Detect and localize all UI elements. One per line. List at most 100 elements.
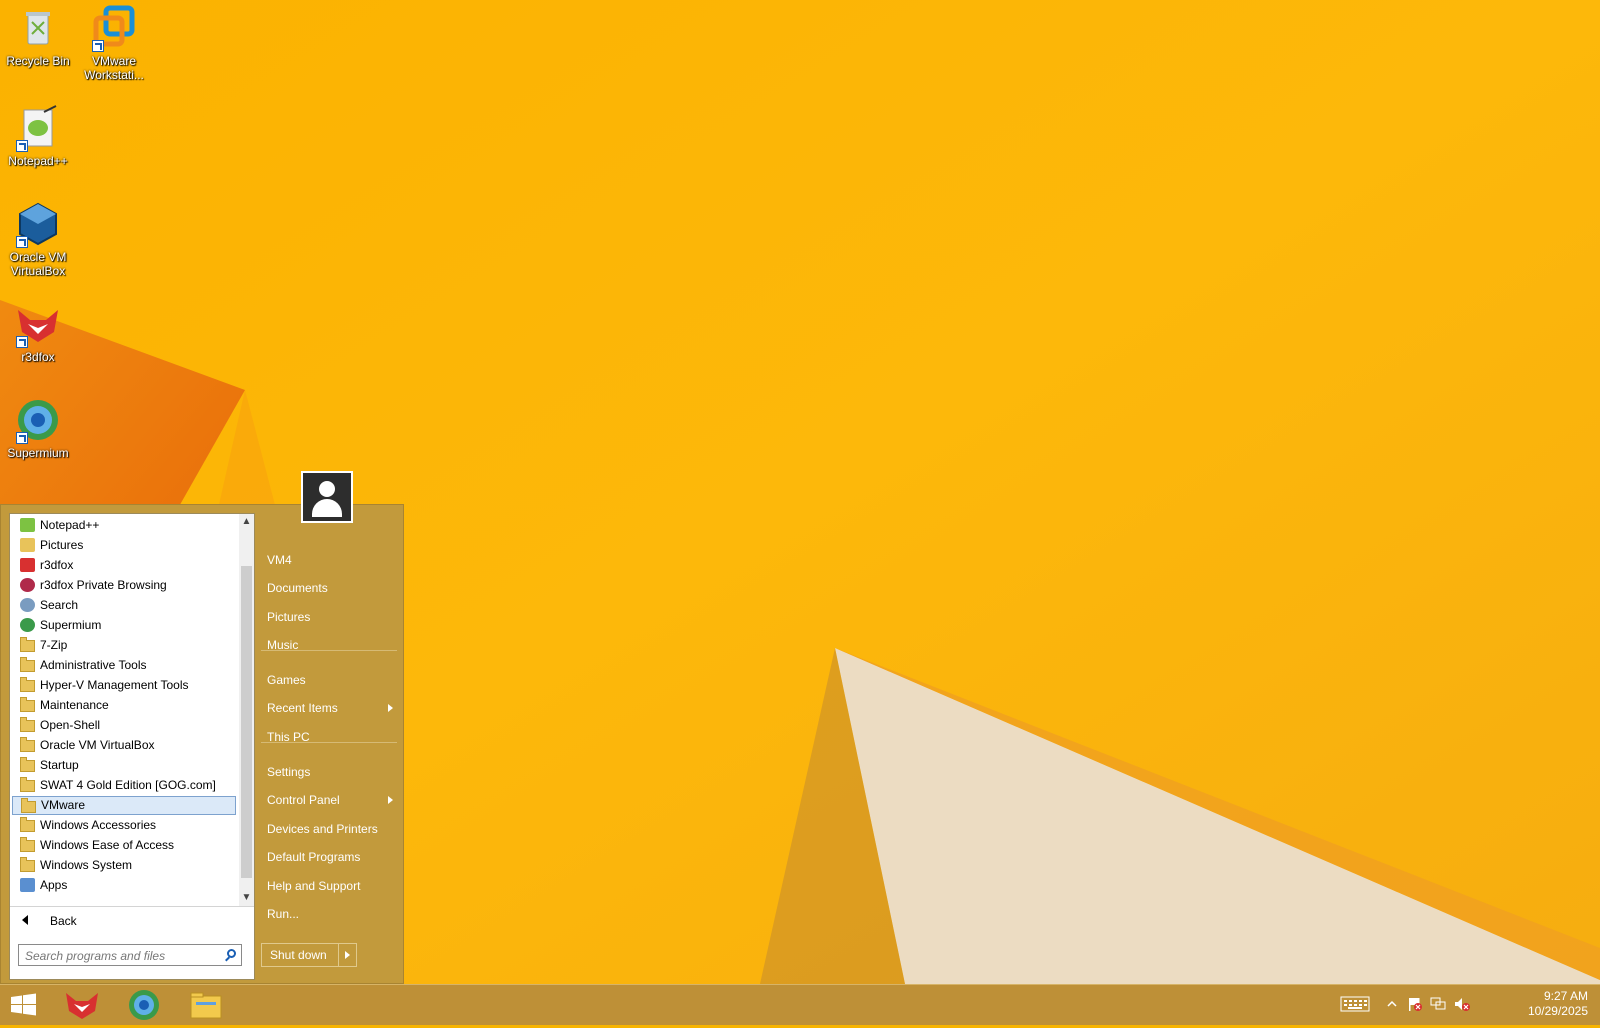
folder-icon — [21, 798, 36, 813]
taskbar-supermium[interactable] — [120, 987, 168, 1023]
program-item[interactable]: Windows System — [12, 856, 236, 875]
search-icon — [20, 598, 35, 612]
submenu-arrow-icon — [388, 704, 393, 712]
place-item[interactable]: Settings — [263, 759, 395, 785]
program-list-scrollbar[interactable]: ▲ ▼ — [239, 514, 254, 906]
place-item[interactable]: Games — [263, 667, 395, 693]
program-item[interactable]: VMware — [12, 796, 236, 815]
place-item-label: Help and Support — [267, 879, 361, 893]
taskbar-file-explorer[interactable] — [182, 987, 230, 1023]
submenu-arrow-icon — [388, 796, 393, 804]
place-item[interactable]: Help and Support — [263, 873, 395, 899]
program-item[interactable]: Windows Ease of Access — [12, 836, 236, 855]
program-item[interactable]: Search — [12, 596, 236, 615]
folder-icon — [20, 757, 35, 772]
program-item[interactable]: r3dfox — [12, 556, 236, 575]
program-item[interactable]: Pictures — [12, 536, 236, 555]
search-box[interactable] — [18, 944, 242, 967]
place-item-label: Documents — [267, 581, 328, 595]
desktop-icon-label: Notepad++ — [8, 154, 68, 168]
desktop-icon-recycle-bin[interactable]: Recycle Bin — [0, 4, 76, 68]
program-item[interactable]: Hyper-V Management Tools — [12, 676, 236, 695]
back-arrow-icon — [22, 915, 28, 925]
program-item[interactable]: Oracle VM VirtualBox — [12, 736, 236, 755]
desktop-icon-label: r3dfox — [21, 350, 55, 364]
program-item-label: Administrative Tools — [40, 658, 147, 672]
desktop-icon-vmware[interactable]: VMware Workstati... — [76, 4, 152, 82]
desktop-icon-virtualbox[interactable]: Oracle VM VirtualBox — [0, 200, 76, 278]
network-icon[interactable] — [1430, 997, 1446, 1011]
show-hidden-icons-chevron[interactable] — [1384, 997, 1400, 1011]
place-item-label: Control Panel — [267, 793, 340, 807]
scroll-thumb[interactable] — [241, 566, 252, 878]
scroll-up-button[interactable]: ▲ — [239, 514, 254, 530]
search-icon[interactable] — [227, 949, 236, 958]
program-item[interactable]: Maintenance — [12, 696, 236, 715]
user-picture[interactable] — [301, 471, 353, 523]
vmware-icon — [90, 4, 138, 52]
back-button[interactable]: Back — [10, 906, 254, 936]
search-input[interactable] — [19, 945, 227, 967]
r3dfox-icon — [20, 558, 35, 572]
folder-icon — [20, 697, 35, 712]
place-item[interactable]: Documents — [263, 575, 395, 601]
place-item[interactable]: Recent Items — [263, 695, 395, 721]
scroll-down-button[interactable]: ▼ — [239, 890, 254, 906]
virtualbox-icon — [14, 200, 62, 248]
volume-muted-icon[interactable] — [1454, 997, 1470, 1011]
clock-time: 9:27 AM — [1543, 989, 1588, 1003]
place-item[interactable]: Control Panel — [263, 787, 395, 813]
program-item[interactable]: Startup — [12, 756, 236, 775]
back-label: Back — [50, 914, 77, 928]
place-item[interactable]: Default Programs — [263, 844, 395, 870]
program-item[interactable]: Administrative Tools — [12, 656, 236, 675]
shutdown-options-button[interactable] — [338, 944, 357, 966]
place-item[interactable]: Pictures — [263, 604, 395, 630]
program-item[interactable]: Open-Shell — [12, 716, 236, 735]
folder-icon — [20, 657, 35, 672]
supermium-icon — [129, 990, 159, 1020]
keyboard-icon[interactable] — [1340, 995, 1370, 1013]
shutdown-button[interactable]: Shut down — [261, 943, 357, 967]
place-item[interactable]: This PC — [263, 724, 395, 750]
desktop-icon-notepad-plus-plus[interactable]: Notepad++ — [0, 104, 76, 168]
desktop-icon-r3dfox[interactable]: r3dfox — [0, 300, 76, 364]
start-menu: Notepad++ Pictures r3dfox r3dfox Private Br… — [0, 471, 404, 984]
program-item[interactable]: Notepad++ — [12, 516, 236, 535]
program-item-label: Notepad++ — [40, 518, 100, 532]
notepad-plus-plus-icon — [20, 518, 35, 532]
folder-icon — [20, 837, 35, 852]
program-item-label: Startup — [40, 758, 79, 772]
desktop-icon-label: Oracle VM VirtualBox — [9, 250, 67, 278]
program-item-label: Apps — [40, 878, 68, 892]
start-button[interactable] — [0, 987, 48, 1023]
place-item[interactable]: Music — [263, 632, 395, 658]
folder-icon — [20, 817, 35, 832]
program-item[interactable]: Supermium — [12, 616, 236, 635]
place-item-label: VM4 — [267, 553, 292, 567]
place-item-label: This PC — [267, 730, 310, 744]
program-item-label: Windows Ease of Access — [40, 838, 175, 852]
place-item[interactable]: Devices and Printers — [263, 816, 395, 842]
desktop-icon-supermium[interactable]: Supermium — [0, 396, 76, 460]
place-item-label: Music — [267, 638, 299, 652]
place-item-label: Pictures — [267, 610, 311, 624]
place-item[interactable]: Run... — [263, 901, 395, 927]
clock[interactable]: 9:27 AM 10/29/2025 — [1528, 989, 1588, 1019]
program-item[interactable]: Windows Accessories — [12, 816, 236, 835]
action-center-flag-icon[interactable] — [1406, 997, 1422, 1011]
program-item[interactable]: r3dfox Private Browsing — [12, 576, 236, 595]
place-item[interactable]: VM4 — [263, 547, 395, 573]
pictures-icon — [20, 538, 35, 552]
program-item[interactable]: 7-Zip — [12, 636, 236, 655]
supermium-icon — [20, 618, 35, 632]
shortcut-arrow-icon — [16, 140, 28, 152]
folder-icon — [20, 677, 35, 692]
program-item-label: Supermium — [40, 618, 102, 632]
program-item[interactable]: SWAT 4 Gold Edition [GOG.com] — [12, 776, 236, 795]
taskbar-r3dfox[interactable] — [58, 987, 106, 1023]
shutdown-label: Shut down — [270, 948, 327, 962]
desktop-icon-label: VMware Workstati... — [84, 54, 144, 82]
program-item[interactable]: Apps — [12, 876, 236, 895]
program-item-label: Windows Accessories — [40, 818, 157, 832]
